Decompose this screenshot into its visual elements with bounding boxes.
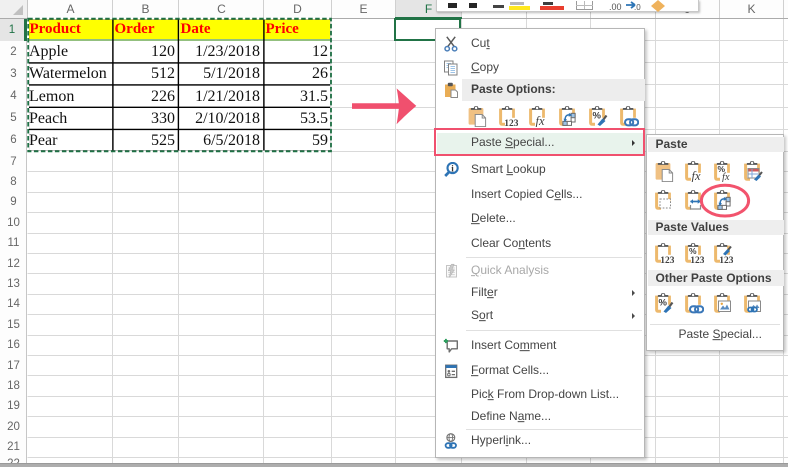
svg-text:%: %	[689, 246, 697, 256]
svg-text:fx: fx	[722, 172, 730, 182]
svg-text:123: 123	[690, 256, 704, 264]
svg-text:fx: fx	[536, 114, 545, 127]
svg-text:123: 123	[504, 119, 518, 127]
svg-text:.0: .0	[634, 3, 641, 11]
svg-text:%: %	[659, 297, 668, 308]
svg-text:123: 123	[719, 256, 733, 264]
svg-text:123: 123	[660, 256, 674, 264]
svg-text:%: %	[593, 110, 602, 121]
svg-text:fx: fx	[691, 169, 700, 182]
